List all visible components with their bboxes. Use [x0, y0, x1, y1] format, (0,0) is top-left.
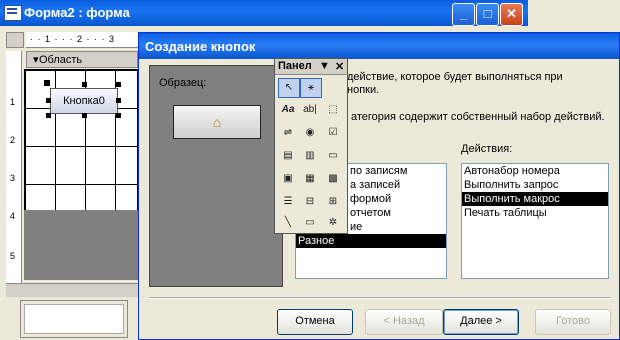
tab-control-icon[interactable]: ⊟	[300, 193, 320, 211]
close-icon[interactable]: ✕	[335, 60, 344, 73]
description-line: нопки.	[347, 84, 380, 96]
wizard-description: действие, которое будет выполняться при …	[347, 71, 615, 97]
list-item-selected[interactable]: Выполнить макрос	[462, 192, 608, 206]
vruler-5: 5	[10, 251, 16, 261]
unbound-frame-icon[interactable]: ▦	[300, 170, 320, 188]
wizard-description-2: атегория содержит собственный набор дейс…	[351, 111, 605, 123]
preview-label: Образец:	[159, 77, 207, 89]
toolbox-title-bar[interactable]: Панел ▼ ✕	[275, 59, 347, 75]
design-background	[24, 210, 138, 280]
resize-handle[interactable]	[116, 98, 121, 103]
list-item[interactable]: Выполнить запрос	[462, 178, 608, 192]
detail-section-bar[interactable]: ▾ Область данных	[26, 51, 138, 78]
option-button-icon[interactable]: ◉	[300, 124, 320, 142]
resize-handle[interactable]	[82, 82, 87, 87]
resize-handle[interactable]	[46, 98, 51, 103]
cancel-button[interactable]: Отмена	[277, 309, 353, 335]
subform-icon[interactable]: ⊞	[323, 193, 343, 211]
resize-handle[interactable]	[46, 113, 51, 118]
vertical-ruler: 1 2 3 4 5	[6, 51, 22, 283]
list-item[interactable]: Автонабор номера	[462, 164, 608, 178]
ruler-text: · · 1 · · · 2 · · · 3	[30, 34, 115, 44]
maximize-button[interactable]: □	[476, 3, 499, 26]
more-tools-icon[interactable]: ✲	[323, 214, 343, 232]
status-panel-inner	[24, 304, 124, 334]
preview-panel	[149, 65, 283, 287]
check-box-icon[interactable]: ☑	[323, 124, 343, 142]
rectangle-icon[interactable]: ▭	[300, 214, 320, 232]
command-button-icon[interactable]: ▭	[323, 147, 343, 165]
bound-frame-icon[interactable]: ▩	[323, 170, 343, 188]
description-line: действие, которое будет выполняться при	[347, 71, 563, 83]
list-item[interactable]: Печать таблицы	[462, 206, 608, 220]
form-selector[interactable]	[6, 32, 24, 48]
label-icon[interactable]: Aa	[278, 101, 298, 119]
back-button[interactable]: < Назад	[365, 309, 443, 335]
dropdown-icon[interactable]: ▼	[319, 60, 330, 72]
form-icon[interactable]	[4, 5, 22, 21]
actions-label: Действия:	[461, 143, 513, 155]
list-item-selected[interactable]: Разное	[296, 234, 446, 248]
command-button-wizard: Создание кнопок Образец: ⌂ действие, кот…	[138, 32, 620, 340]
horizontal-ruler: · · 1 · · · 2 · · · 3	[26, 32, 138, 48]
command-button-control[interactable]: Кнопка0	[50, 88, 118, 114]
resize-handle[interactable]	[82, 113, 87, 118]
toolbox-panel: Панел ▼ ✕ ↖ ⚹ Aa ab| ⬚ ⇌ ◉ ☑ ▤ ▥ ▭ ▣ ▦ ▩…	[274, 58, 348, 234]
combo-box-icon[interactable]: ▤	[278, 147, 298, 165]
next-button[interactable]: Далее >	[443, 309, 519, 335]
close-button[interactable]: ✕	[500, 3, 523, 26]
image-icon[interactable]: ▣	[278, 170, 298, 188]
resize-handle[interactable]	[116, 82, 121, 87]
vruler-3: 3	[10, 173, 16, 183]
form-title: Форма2 : форма	[24, 5, 130, 20]
vruler-4: 4	[10, 211, 16, 221]
wizard-title-bar[interactable]: Создание кнопок	[139, 33, 619, 59]
separator	[149, 297, 611, 299]
preview-button: ⌂	[173, 105, 261, 139]
toggle-button-icon[interactable]: ⇌	[278, 124, 298, 142]
section-label: ▾ Область данных	[33, 53, 82, 78]
page-break-icon[interactable]: ☰	[278, 193, 298, 211]
wizard-wand-icon[interactable]: ⚹	[300, 78, 322, 98]
wizard-title: Создание кнопок	[145, 39, 256, 54]
option-group-icon[interactable]: ⬚	[323, 101, 343, 119]
resize-handle[interactable]	[116, 113, 121, 118]
vruler-1: 1	[10, 97, 16, 107]
list-box-icon[interactable]: ▥	[300, 147, 320, 165]
line-icon[interactable]: ╲	[278, 214, 298, 232]
form-title-bar[interactable]: Форма2 : форма _ □ ✕	[0, 0, 528, 26]
select-arrow-icon[interactable]: ↖	[278, 78, 300, 98]
textbox-icon[interactable]: ab|	[300, 101, 320, 119]
macro-icon: ⌂	[212, 114, 222, 130]
finish-button[interactable]: Готово	[535, 309, 611, 335]
actions-list[interactable]: Автонабор номера Выполнить запрос Выполн…	[461, 163, 609, 279]
resize-handle[interactable]	[44, 80, 50, 86]
minimize-button[interactable]: _	[452, 3, 475, 26]
vruler-2: 2	[10, 135, 16, 145]
toolbox-title: Панел	[278, 60, 312, 72]
form-scrollbar[interactable]	[6, 283, 138, 297]
